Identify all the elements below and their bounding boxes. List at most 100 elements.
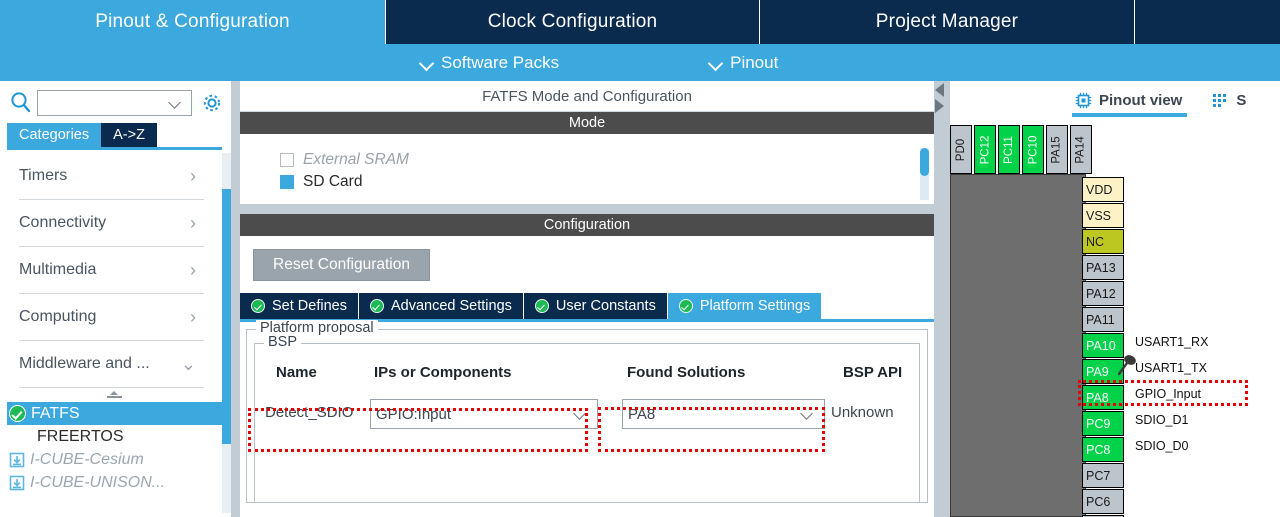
tab-project-manager[interactable]: Project Manager [759, 0, 1134, 44]
pin-pc11[interactable]: PC11 [998, 125, 1020, 174]
sidebar-item-icube-unison[interactable]: I-CUBE-UNISON... [7, 471, 222, 494]
ip-component-select[interactable]: GPIO:Input [370, 399, 598, 429]
pin-vdd[interactable]: VDD [1082, 177, 1124, 202]
mode-scrollbar-thumb[interactable] [920, 148, 929, 176]
gear-icon[interactable] [201, 92, 223, 114]
sidebar-item-icube-cesium[interactable]: I-CUBE-Cesium [7, 448, 222, 471]
list-resize-handle[interactable] [7, 388, 222, 402]
category-tab-group: Categories A->Z [7, 123, 157, 147]
tab-a-to-z[interactable]: A->Z [101, 123, 157, 147]
chevron-right-icon: › [190, 259, 196, 280]
sidebar-item-fatfs[interactable]: FATFS [7, 402, 222, 425]
tab-categories[interactable]: Categories [7, 123, 102, 147]
found-solution-value: PA8 [628, 405, 656, 423]
tab-advanced-settings[interactable]: Advanced Settings [358, 293, 524, 319]
configuration-tab-filler [822, 293, 934, 319]
mode-label: SD Card [303, 174, 363, 190]
ip-component-value: GPIO:Input [376, 405, 452, 423]
arrow-left-icon[interactable] [935, 83, 944, 97]
chip-icon [1075, 92, 1092, 109]
tab-system-view[interactable]: S [1212, 85, 1246, 115]
sidebar-item-timers[interactable]: Timers › [19, 153, 204, 200]
reset-configuration-button[interactable]: Reset Configuration [253, 249, 430, 281]
pin-label: PC11 [1003, 135, 1016, 164]
pin-pd0[interactable]: PD0 [950, 125, 972, 174]
pin-pa12[interactable]: PA12 [1082, 281, 1124, 306]
pin-pc9[interactable]: PC9 [1082, 411, 1124, 436]
tab-clock-configuration[interactable]: Clock Configuration [385, 0, 759, 44]
found-solution-select[interactable]: PA8 [622, 399, 825, 429]
signal-label-pc9: SDIO_D1 [1135, 413, 1189, 427]
search-row [0, 86, 231, 120]
pin-label: PD0 [955, 138, 967, 161]
sidebar-item-label: Connectivity [19, 214, 107, 231]
pin-label: PC8 [1086, 442, 1111, 457]
splitter-arrows[interactable] [935, 83, 944, 115]
pin-label: PC9 [1086, 416, 1111, 431]
sidebar-scrollbar-thumb[interactable] [222, 189, 231, 444]
left-panel-splitter[interactable] [231, 81, 240, 517]
tab-platform-settings[interactable]: Platform Settings [667, 293, 823, 319]
mode-section-header: Mode [240, 112, 934, 134]
pin-label: PC12 [979, 135, 991, 164]
pin-label: PA15 [1051, 135, 1063, 164]
tab-label: Clock Configuration [487, 11, 658, 32]
check-ok-icon [251, 299, 265, 313]
pin-pc7[interactable]: PC7 [1082, 463, 1124, 488]
pin-pa13[interactable]: PA13 [1082, 255, 1124, 280]
tab-label: Advanced Settings [390, 298, 512, 314]
configuration-tab-group: Set Defines Advanced Settings User Const… [240, 293, 934, 319]
chevron-right-icon: › [190, 165, 196, 186]
search-icon [8, 90, 34, 116]
check-ok-icon [678, 299, 693, 313]
sidebar-item-middleware[interactable]: Middleware and ... ⌄ [19, 341, 204, 388]
pin-pc12[interactable]: PC12 [974, 125, 996, 174]
sidebar-item-computing[interactable]: Computing › [19, 294, 204, 341]
menu-label: Pinout [730, 52, 779, 72]
pin-vss[interactable]: VSS [1082, 203, 1124, 228]
pin-pa14[interactable]: PA14 [1070, 125, 1092, 174]
tab-label: S [1236, 91, 1247, 109]
chevron-down-icon: ⌄ [180, 353, 196, 374]
bsp-api-value: Unknown [831, 404, 894, 421]
sidebar-item-multimedia[interactable]: Multimedia › [19, 247, 204, 294]
pin-label: PA14 [1075, 135, 1087, 164]
tab-user-constants[interactable]: User Constants [523, 293, 668, 319]
mode-checkbox-external-sram[interactable]: External SRAM [240, 146, 934, 174]
signal-label-pa9: USART1_TX [1135, 361, 1208, 375]
tab-pinout-view[interactable]: Pinout view [1071, 85, 1188, 117]
menu-software-packs[interactable]: Software Packs [420, 53, 559, 73]
checkbox-checked-icon [280, 175, 294, 189]
pin-pc10[interactable]: PC10 [1022, 125, 1044, 174]
mode-checkbox-sd-card[interactable]: SD Card [240, 174, 934, 190]
pin-label: PC7 [1086, 468, 1111, 483]
chevron-right-icon: › [190, 212, 196, 233]
chevron-down-icon [801, 407, 815, 421]
menu-pinout[interactable]: Pinout [709, 53, 778, 73]
pin-pa15[interactable]: PA15 [1046, 125, 1068, 174]
mode-label: External SRAM [303, 151, 409, 168]
pin-label: NC [1086, 234, 1105, 249]
tab-bar-filler [1134, 0, 1280, 44]
system-view-icon [1212, 92, 1229, 109]
sidebar-item-label: Middleware and ... [19, 355, 150, 372]
pin-pc8[interactable]: PC8 [1082, 437, 1124, 462]
pin-pc6[interactable]: PC6 [1082, 489, 1124, 514]
pin-nc[interactable]: NC [1082, 229, 1124, 254]
pin-label: PA9 [1086, 364, 1109, 379]
check-ok-icon [9, 405, 26, 422]
search-input[interactable] [37, 90, 192, 116]
sidebar-item-freertos[interactable]: FREERTOS [7, 425, 222, 448]
bsp-legend: BSP [264, 334, 302, 350]
arrow-right-icon[interactable] [935, 99, 944, 113]
tab-pinout-configuration[interactable]: Pinout & Configuration [0, 0, 385, 44]
bsp-row-name: Detect_SDIO [265, 404, 354, 421]
right-panel-splitter[interactable] [934, 81, 950, 517]
download-icon [9, 452, 25, 468]
tab-set-defines[interactable]: Set Defines [240, 293, 359, 319]
column-header-ips: IPs or Components [374, 364, 512, 381]
horizontal-splitter[interactable] [240, 204, 934, 214]
pin-pa11[interactable]: PA11 [1082, 307, 1124, 332]
pinout-panel: Pinout view S PD0 PC12 PC11 PC10 PA15 PA… [950, 81, 1280, 517]
sidebar-item-connectivity[interactable]: Connectivity › [19, 200, 204, 247]
